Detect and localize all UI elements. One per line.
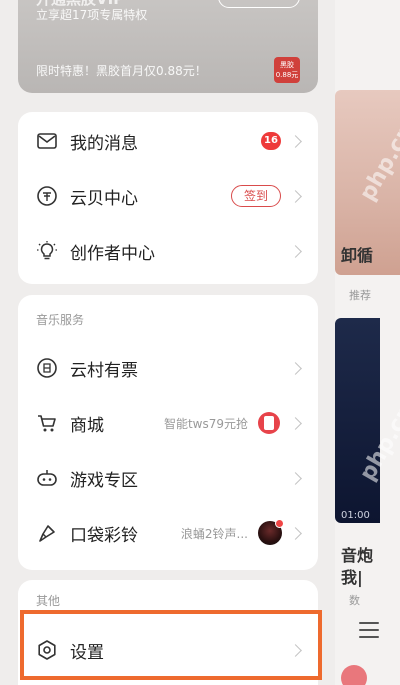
chevron-right-icon (289, 244, 302, 258)
background-card-caption: 01:00 (341, 510, 370, 521)
product-thumbnail-icon (258, 412, 280, 434)
unread-count-badge: 16 (261, 132, 281, 150)
ticket-icon (37, 358, 57, 378)
chevron-right-icon (289, 189, 302, 203)
background-video-card[interactable] (335, 318, 380, 523)
menu-item-messages[interactable]: 我的消息 16 (18, 121, 318, 161)
menu-item-label: 云贝中心 (70, 188, 138, 209)
account-menu-card: 我的消息 16 云贝中心 签到 创作者中心 (18, 112, 318, 284)
chevron-right-icon (289, 361, 302, 375)
menu-item-pocket-ringtone[interactable]: 口袋彩铃 浪蛹2铃声... (18, 513, 318, 553)
cart-icon (38, 415, 56, 432)
background-app-page: 卸循 推荐 01:00 音炮 我| 数 php.cn php.cn (335, 0, 400, 685)
background-title-1: 卸循 (341, 246, 374, 265)
menu-item-label: 创作者中心 (70, 243, 155, 264)
background-title-2: 音炮 我| (341, 546, 374, 587)
chevron-right-icon (289, 526, 302, 540)
vip-subtitle: 立享超17项专属特权 (36, 8, 148, 22)
menu-item-label: 游戏专区 (70, 470, 138, 491)
ringtone-cover-avatar (258, 519, 284, 545)
menu-item-tickets[interactable]: 云村有票 (18, 348, 318, 388)
background-subtitle-2: 数 (349, 594, 360, 607)
menu-item-creator-center[interactable]: 创作者中心 (18, 231, 318, 271)
chevron-right-icon (289, 471, 302, 485)
vip-price-badge: 黑胶 0.88元 (274, 57, 300, 83)
gamepad-icon (37, 470, 57, 486)
coin-icon (37, 186, 57, 206)
menu-item-label: 云村有票 (70, 360, 138, 381)
section-title-other: 其他 (36, 594, 61, 608)
vip-promo-text: 限时特惠！黑胶首月仅0.88元！ (36, 64, 207, 78)
lightbulb-icon (37, 241, 57, 260)
checkin-button[interactable]: 签到 (231, 185, 281, 207)
menu-item-games[interactable]: 游戏专区 (18, 458, 318, 498)
chevron-right-icon (289, 134, 302, 148)
menu-item-label: 我的消息 (70, 133, 138, 154)
vip-open-button[interactable] (218, 0, 300, 8)
side-drawer: 开通黑胶VIP 立享超17项专属特权 限时特惠！黑胶首月仅0.88元！ 黑胶 0… (0, 0, 335, 685)
mail-icon (37, 133, 57, 149)
ringtone-preview-text: 浪蛹2铃声... (180, 526, 248, 541)
vip-promo-card[interactable]: 开通黑胶VIP 立享超17项专属特权 限时特惠！黑胶首月仅0.88元！ 黑胶 0… (18, 0, 318, 93)
menu-item-yunbei[interactable]: 云贝中心 签到 (18, 176, 318, 216)
menu-item-mall[interactable]: 商城 智能tws79元抢 (18, 403, 318, 443)
menu-item-label: 口袋彩铃 (70, 525, 138, 546)
settings-highlight-box (20, 610, 322, 680)
ringtone-icon (39, 525, 55, 542)
background-subtitle-1: 推荐 (349, 289, 371, 302)
background-avatar[interactable] (341, 665, 367, 685)
menu-lines-icon[interactable] (359, 622, 379, 638)
music-services-card: 音乐服务 云村有票 商城 智能tws79元抢 游戏专区 口袋彩铃 浪蛹2铃声..… (18, 295, 318, 570)
menu-item-label: 商城 (70, 415, 104, 436)
mall-promo-text: 智能tws79元抢 (163, 416, 248, 431)
section-title-music-services: 音乐服务 (36, 313, 85, 327)
chevron-right-icon (289, 416, 302, 430)
